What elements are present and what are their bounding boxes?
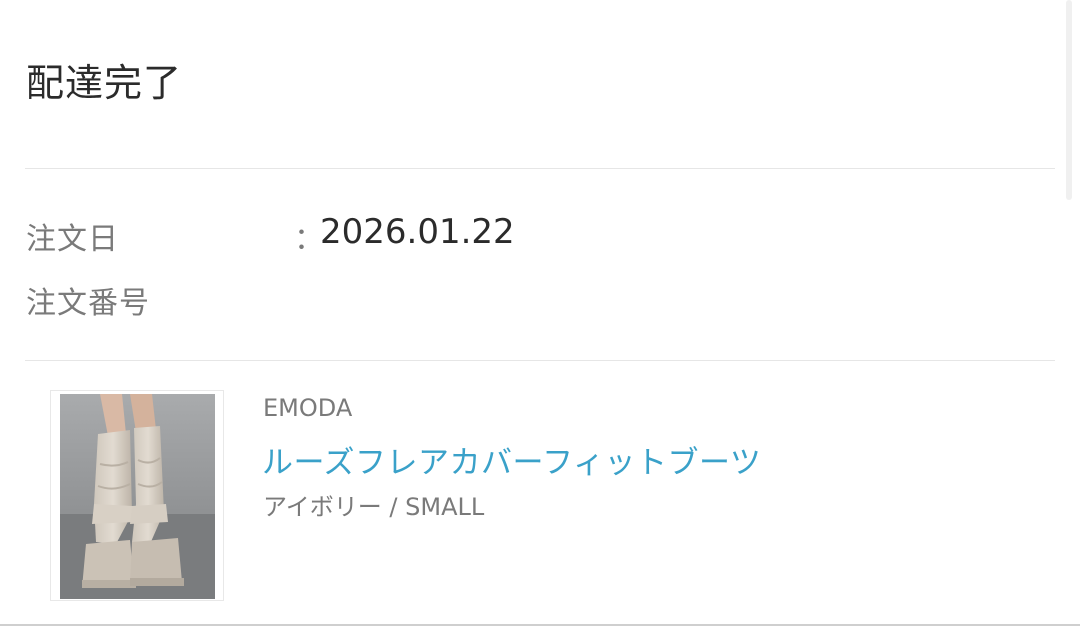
product-image[interactable] — [50, 390, 224, 601]
product-variant: アイボリー / SMALL — [263, 493, 485, 521]
delivery-status-title: 配達完了 — [26, 61, 183, 105]
product-brand: EMODA — [263, 394, 353, 422]
scrollbar[interactable] — [1066, 0, 1072, 200]
order-date-value: 2026.01.22 — [320, 212, 515, 252]
divider — [25, 360, 1055, 361]
product-name-link[interactable]: ルーズフレアカバーフィットブーツ — [262, 437, 761, 482]
divider — [25, 168, 1055, 169]
order-date-label: 注文日 — [26, 222, 119, 257]
product-photo-icon — [60, 394, 215, 599]
order-number-label: 注文番号 — [26, 286, 150, 321]
order-detail-page: 配達完了 注文日 ： 2026.01.22 注文番号 EMODA ルーズフレアカ… — [0, 0, 1080, 626]
